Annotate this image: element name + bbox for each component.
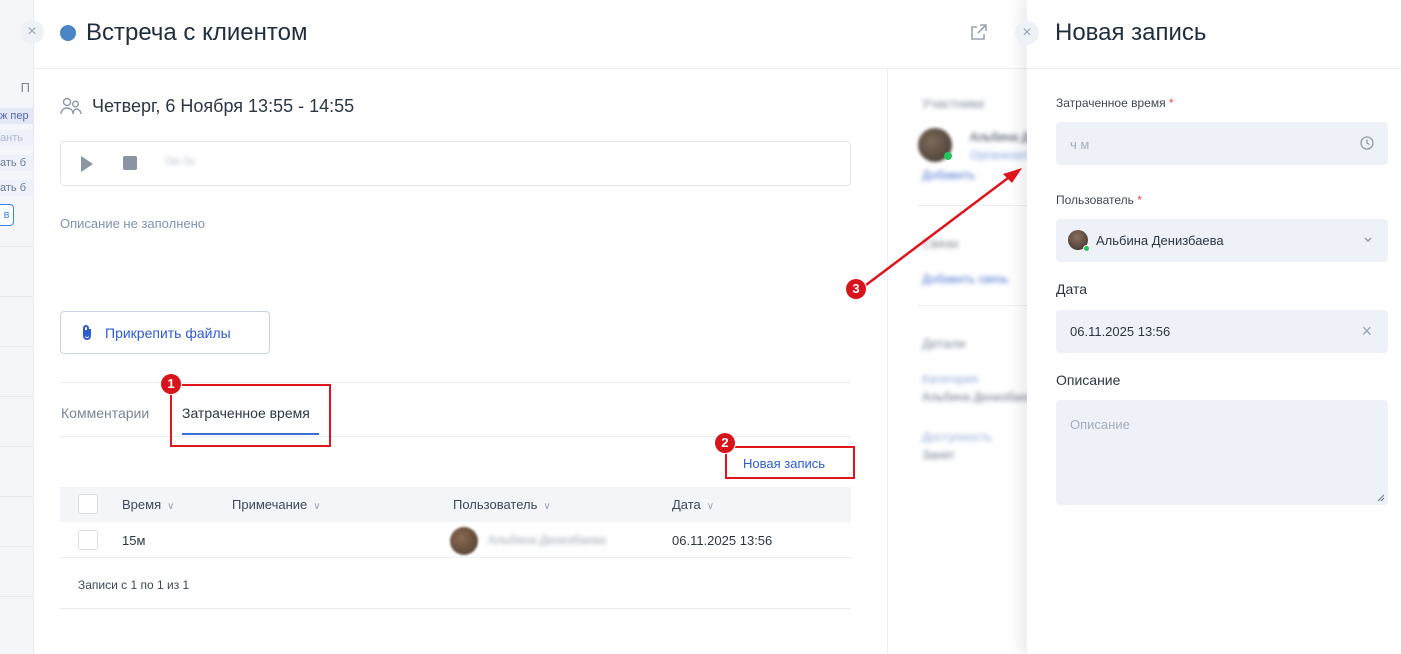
people-icon (60, 97, 82, 115)
resize-icon[interactable] (1377, 494, 1385, 502)
background-divider (0, 346, 33, 347)
panel-title: Новая запись (1055, 19, 1207, 46)
detail-value: Альбина Денизбаева (922, 390, 1040, 404)
play-icon[interactable] (81, 156, 93, 172)
date-input[interactable]: 06.11.2025 13:56 × (1056, 310, 1388, 353)
attach-files-label: Прикрепить файлы (105, 325, 231, 341)
time-spent-input[interactable]: ч м (1056, 122, 1388, 165)
add-participant-link[interactable]: Добавить (922, 168, 975, 182)
close-icon[interactable]: × (1015, 21, 1039, 45)
detail-label: Доступность (922, 430, 993, 444)
header-divider (34, 68, 1027, 69)
date-value: 06.11.2025 13:56 (1070, 324, 1171, 339)
records-count: Записи с 1 по 1 из 1 (78, 578, 190, 592)
details-title: Детали (922, 336, 966, 351)
panel-header-divider (1027, 68, 1401, 69)
online-indicator (1083, 245, 1090, 252)
stop-icon[interactable] (123, 156, 137, 170)
timer-value: 0м 0с (165, 154, 196, 168)
required-mark: * (1137, 193, 1142, 207)
step-marker: 3 (846, 279, 866, 299)
avatar (450, 527, 478, 555)
column-divider (887, 69, 888, 654)
background-divider (0, 496, 33, 497)
background-column-header: П (20, 80, 30, 95)
divider (918, 305, 1028, 306)
required-mark: * (1168, 96, 1174, 110)
participants-title: Участники (922, 96, 985, 111)
clear-icon[interactable]: × (1361, 321, 1372, 342)
chevron-down-icon[interactable] (1362, 233, 1374, 245)
step-marker: 1 (161, 374, 181, 394)
table-header: Время ∨ Примечание ∨ Пользователь ∨ Дата ∨ (60, 487, 851, 522)
event-datetime: Четверг, 6 Ноября 13:55 - 14:55 (92, 96, 355, 116)
chevron-down-icon: ∨ (313, 501, 321, 512)
links-title: Связи (922, 236, 959, 251)
online-indicator (944, 152, 952, 160)
cell-date: 06.11.2025 13:56 (672, 533, 773, 548)
paperclip-icon (83, 325, 91, 340)
attach-files-button[interactable]: Прикрепить файлы (60, 311, 270, 354)
highlight-box-new-record (725, 446, 855, 479)
time-spent-placeholder: ч м (1070, 137, 1090, 152)
detail-value: Занят (922, 448, 955, 462)
chevron-down-icon: ∨ (706, 501, 715, 512)
cell-user: Альбина Денизбаева (488, 533, 606, 547)
column-header-date[interactable]: Дата ∨ (672, 497, 714, 512)
divider (918, 205, 1028, 206)
table-row[interactable]: 15м Альбина Денизбаева 06.11.2025 13:56 (60, 522, 851, 558)
status-dot (60, 25, 76, 41)
chevron-down-icon: ∨ (543, 501, 551, 512)
chevron-down-icon: ∨ (167, 501, 175, 512)
clock-icon[interactable] (1360, 136, 1374, 150)
step-marker: 2 (715, 433, 735, 453)
background-chip: ать б (0, 180, 33, 196)
tab-comments[interactable]: Комментарии (61, 405, 149, 421)
table-divider (60, 608, 851, 609)
background-chip: ж пер (0, 108, 33, 124)
row-checkbox[interactable] (78, 530, 98, 550)
description-placeholder: Описание (1070, 417, 1130, 432)
add-link-link[interactable]: Добавить связь (922, 272, 1009, 286)
column-header-note[interactable]: Примечание ∨ (232, 497, 321, 512)
cell-time: 15м (122, 533, 146, 548)
description-label: Описание (1056, 372, 1121, 388)
column-header-user[interactable]: Пользователь ∨ (453, 497, 551, 512)
background-chip: анть (0, 130, 33, 146)
highlight-box-tab (170, 384, 331, 447)
user-select-value: Альбина Денизбаева (1096, 233, 1224, 248)
description-textarea[interactable]: Описание (1056, 400, 1388, 505)
column-header-time[interactable]: Время ∨ (122, 497, 174, 512)
user-label: Пользователь * (1056, 193, 1142, 207)
description-empty[interactable]: Описание не заполнено (60, 216, 205, 231)
background-divider (0, 546, 33, 547)
date-label: Дата (1056, 281, 1088, 297)
background-divider (0, 596, 33, 597)
detail-label: Категория (922, 372, 979, 386)
page-title: Встреча с клиентом (86, 19, 308, 46)
external-link-icon[interactable] (968, 21, 990, 43)
time-spent-label: Затраченное время * (1056, 96, 1174, 110)
background-divider (0, 446, 33, 447)
select-all-checkbox[interactable] (78, 494, 98, 514)
background-app: П ж пер анть ать б ать б в (0, 0, 34, 654)
close-icon[interactable]: × (20, 20, 44, 44)
user-select[interactable]: Альбина Денизбаева (1056, 219, 1388, 262)
background-box: в (0, 204, 14, 226)
timer-player: 0м 0с (60, 141, 851, 186)
background-divider (0, 296, 33, 297)
background-chip: ать б (0, 155, 33, 171)
background-divider (0, 396, 33, 397)
background-divider (0, 246, 33, 247)
